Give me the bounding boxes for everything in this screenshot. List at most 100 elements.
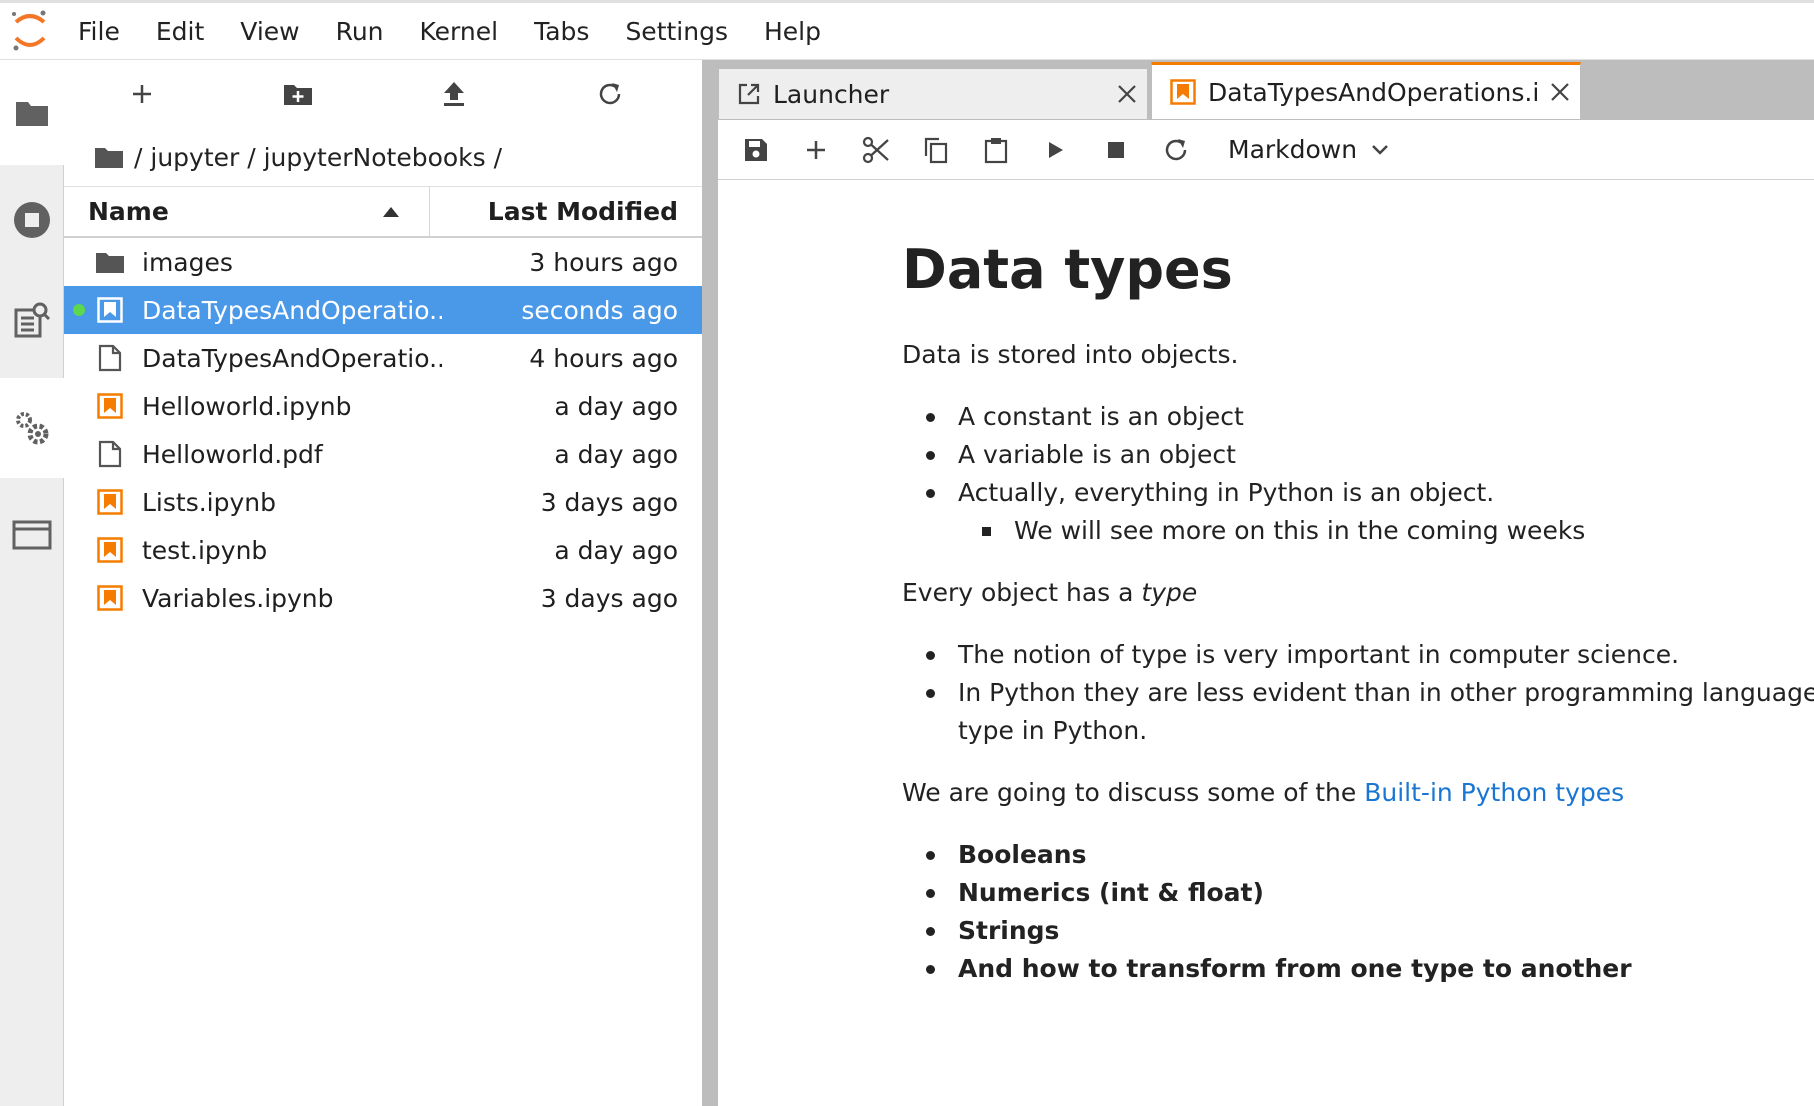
file-row-lists-notebook[interactable]: Lists.ipynb 3 days ago: [64, 478, 702, 526]
cell-type-dropdown[interactable]: Markdown: [1228, 135, 1389, 164]
folder-icon: [94, 250, 126, 274]
file-name: DataTypesAndOperatio...: [142, 295, 442, 325]
plus-icon: [807, 140, 825, 159]
cell-type-value: Markdown: [1228, 135, 1358, 164]
save-button[interactable]: [726, 120, 786, 180]
file-name: Lists.ipynb: [142, 487, 276, 517]
run-button[interactable]: [1026, 120, 1086, 180]
launch-icon: [738, 83, 760, 105]
folder-icon: [16, 101, 48, 126]
copy-button[interactable]: [906, 120, 966, 180]
list-item: Actually, everything in Python is an obj…: [902, 474, 1814, 512]
tabs-panel-tab[interactable]: [0, 485, 64, 585]
insert-cell-button[interactable]: [786, 120, 846, 180]
paste-button[interactable]: [966, 120, 1026, 180]
notebook-content[interactable]: Data types Data is stored into objects. …: [718, 180, 1814, 1106]
main-area: Launcher DataTypesAndOperations.ipynb: [718, 60, 1814, 1106]
close-icon[interactable]: [1540, 72, 1580, 112]
name-column-label: Name: [88, 197, 169, 226]
file-browser-toolbar: [64, 60, 702, 128]
notebook-icon: [94, 537, 126, 563]
file-modified: a day ago: [554, 391, 678, 421]
tab-label: DataTypesAndOperations.ipynb: [1208, 77, 1540, 107]
file-list-header: Name Last Modified: [64, 186, 702, 238]
notebook-icon: [94, 585, 126, 611]
list-item: A constant is an object: [902, 398, 1814, 436]
list-item: Strings: [902, 912, 1814, 950]
file-list: images 3 hours ago DataTypesAndOperatio.…: [64, 238, 702, 622]
paragraph-text: We are going to discuss some of the: [902, 778, 1365, 807]
upload-button[interactable]: [376, 60, 532, 128]
interrupt-button[interactable]: [1086, 120, 1146, 180]
new-folder-button[interactable]: [220, 60, 376, 128]
paragraph: Every object has a type: [902, 574, 1814, 612]
refresh-icon: [599, 83, 621, 105]
notebook-icon: [94, 489, 126, 515]
notebook-icon: [94, 297, 126, 323]
file-browser-tab[interactable]: [0, 60, 64, 165]
paragraph-text: Every object has a: [902, 578, 1142, 607]
close-icon[interactable]: [1107, 74, 1147, 114]
menu-view[interactable]: View: [222, 3, 317, 59]
menu-run[interactable]: Run: [318, 3, 402, 59]
file-row-datatypes-notebook[interactable]: DataTypesAndOperatio... seconds ago: [64, 286, 702, 334]
bullet-list: The notion of type is very important in …: [902, 636, 1814, 750]
file-browser: / jupyter / jupyterNotebooks / Name Last…: [64, 60, 702, 1106]
tab-notebook[interactable]: DataTypesAndOperations.ipynb: [1151, 62, 1581, 120]
file-name: Variables.ipynb: [142, 583, 334, 613]
tab-launcher[interactable]: Launcher: [718, 68, 1148, 120]
tabs-icon: [12, 520, 52, 550]
menu-file[interactable]: File: [60, 3, 138, 59]
menu-kernel[interactable]: Kernel: [402, 3, 517, 59]
file-icon: [94, 440, 126, 468]
file-row-variables-notebook[interactable]: Variables.ipynb 3 days ago: [64, 574, 702, 622]
file-row-images[interactable]: images 3 hours ago: [64, 238, 702, 286]
chevron-down-icon: [1372, 144, 1388, 155]
file-modified: 3 days ago: [540, 487, 678, 517]
list-item: And how to transform from one type to an…: [902, 950, 1814, 988]
markdown-cell[interactable]: Data types Data is stored into objects. …: [902, 180, 1814, 988]
file-row-helloworld-pdf[interactable]: Helloworld.pdf a day ago: [64, 430, 702, 478]
file-modified: 4 hours ago: [529, 343, 678, 373]
refresh-button[interactable]: [532, 60, 688, 128]
file-modified: a day ago: [554, 535, 678, 565]
cut-button[interactable]: [846, 120, 906, 180]
file-modified: a day ago: [554, 439, 678, 469]
file-row-datatypes-file[interactable]: DataTypesAndOperatio... 4 hours ago: [64, 334, 702, 382]
builtin-types-link[interactable]: Built-in Python types: [1364, 778, 1624, 807]
file-name: test.ipynb: [142, 535, 268, 565]
sort-ascending-icon: [383, 206, 399, 217]
file-row-helloworld-notebook[interactable]: Helloworld.ipynb a day ago: [64, 382, 702, 430]
file-modified: 3 days ago: [540, 583, 678, 613]
notebook-icon: [1170, 79, 1196, 105]
paragraph: We are going to discuss some of the Buil…: [902, 774, 1814, 812]
stop-icon: [1108, 141, 1124, 158]
breadcrumb-path[interactable]: / jupyter / jupyterNotebooks /: [134, 143, 502, 172]
file-name: images: [142, 247, 233, 277]
emphasis-text: type: [1141, 578, 1198, 607]
modified-column-label: Last Modified: [487, 197, 678, 226]
file-icon: [94, 344, 126, 372]
running-sessions-tab[interactable]: [0, 170, 64, 270]
property-inspector-icon: [16, 412, 49, 445]
home-folder-icon[interactable]: [94, 145, 124, 169]
menu-edit[interactable]: Edit: [138, 3, 222, 59]
file-row-test-notebook[interactable]: test.ipynb a day ago: [64, 526, 702, 574]
running-icon: [14, 202, 50, 238]
modified-column-header[interactable]: Last Modified: [430, 187, 702, 236]
new-launcher-button[interactable]: [64, 60, 220, 128]
name-column-header[interactable]: Name: [64, 187, 430, 236]
notebook-toolbar: Markdown: [718, 120, 1814, 180]
property-inspector-tab[interactable]: [0, 378, 64, 478]
commands-tab[interactable]: [0, 270, 64, 370]
restart-button[interactable]: [1146, 120, 1206, 180]
list-item: The notion of type is very important in …: [902, 636, 1814, 674]
file-name: Helloworld.pdf: [142, 439, 323, 469]
file-modified: seconds ago: [521, 295, 678, 325]
menu-tabs[interactable]: Tabs: [516, 3, 607, 59]
panel-splitter[interactable]: [702, 60, 718, 1106]
running-indicator: [73, 304, 85, 316]
menu-settings[interactable]: Settings: [607, 3, 746, 59]
menu-help[interactable]: Help: [746, 3, 839, 59]
commands-icon: [14, 302, 51, 338]
